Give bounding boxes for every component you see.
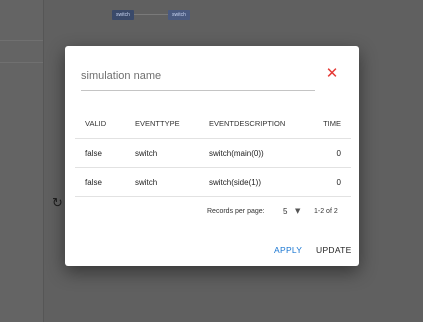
column-header-eventdescription[interactable]: EVENTDESCRIPTION [199,108,305,139]
graph-node[interactable]: switch [112,10,134,20]
column-header-eventtype[interactable]: EVENTTYPE [125,108,199,139]
cell-time: 0 [304,167,351,197]
column-header-time[interactable]: TIME [304,108,351,139]
divider [0,40,43,41]
pagination-range: 1-2 of 2 [314,208,338,215]
cell-eventtype: switch [125,167,199,197]
table-pagination: Records per page: 5 ▼ 1-2 of 2 [65,206,359,220]
apply-button[interactable]: APPLY [274,245,302,255]
column-header-valid[interactable]: VALID [75,108,125,139]
events-table: VALID EVENTTYPE EVENTDESCRIPTION TIME fa… [75,108,351,197]
simulation-name-field[interactable] [81,66,315,91]
divider [0,62,43,63]
graph-node[interactable]: switch [168,10,190,20]
left-panel [0,0,44,322]
cell-eventdescription: switch(side(1)) [199,167,305,197]
cell-eventtype: switch [125,138,199,168]
cell-time: 0 [304,138,351,168]
rows-per-page-label: Records per page: [207,208,265,215]
caret-down-icon[interactable]: ▼ [295,207,300,215]
rotate-icon[interactable]: ↻ [52,196,63,211]
table-row[interactable]: false switch switch(side(1)) 0 [75,167,351,197]
update-button[interactable]: UPDATE [316,245,352,255]
graph-edge [134,14,168,15]
simulation-dialog: ✕ VALID EVENTTYPE EVENTDESCRIPTION TIME … [65,46,359,266]
cell-eventdescription: switch(main(0)) [199,138,305,168]
cell-valid: false [75,138,125,168]
table-header-row: VALID EVENTTYPE EVENTDESCRIPTION TIME [75,108,351,139]
rows-per-page-select[interactable]: 5 [283,207,287,216]
simulation-name-input[interactable] [81,66,315,86]
cell-valid: false [75,167,125,197]
close-icon[interactable]: ✕ [324,63,340,83]
table-row[interactable]: false switch switch(main(0)) 0 [75,138,351,168]
